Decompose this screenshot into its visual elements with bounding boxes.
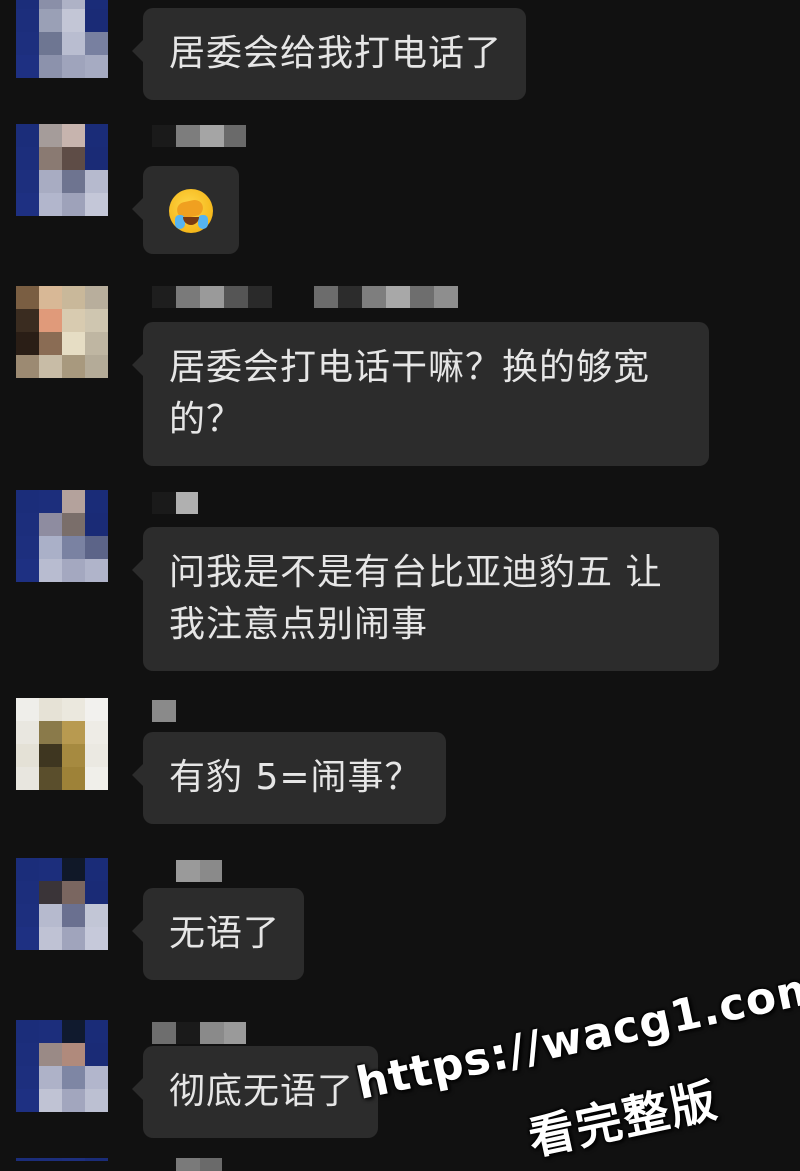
watermark-subtitle: 看完整版 [523,1072,723,1166]
message-text-line: 我注意点别闹事 [169,604,429,645]
sender-name-blurred [152,286,272,308]
message-text: 居委会给我打电话了 [169,33,503,74]
message-bubble[interactable]: 居委会打电话干嘛？换的够宽 的？ [132,322,709,466]
sender-name-blurred [152,1022,246,1044]
message-bubble[interactable]: 居委会给我打电话了 [131,8,527,100]
sender-name-blurred [152,700,176,722]
message-bubble[interactable]: 彻底无语了 [131,1046,379,1138]
message-text: 彻底无语了 [169,1071,355,1112]
sender-name-blurred [152,492,198,514]
avatar[interactable] [16,858,108,950]
message-bubble[interactable]: 问我是不是有台比亚迪豹五 让 我注意点别闹事 [132,527,719,671]
message-text: 无语了 [169,913,281,954]
avatar[interactable] [16,124,108,216]
sender-name-blurred [314,286,458,308]
sender-name-blurred [176,1158,222,1171]
message-text-line: 的？ [169,399,244,440]
sender-name-blurred [152,125,246,147]
avatar[interactable] [16,1158,108,1171]
chat-thread[interactable]: 居委会给我打电话了 居委会打电话干嘛？换的够宽 的？ 问我是不是有台比亚迪豹五 … [0,0,800,1171]
avatar[interactable] [16,698,108,790]
sender-name-blurred [176,860,222,882]
watermark-url: https://wacg1.com [352,961,800,1110]
message-text-line: 问我是不是有台比亚迪豹五 让 [169,552,663,593]
message-bubble[interactable]: 无语了 [131,888,305,980]
avatar[interactable] [16,490,108,582]
message-text: 有豹 5=闹事？ [169,757,422,798]
message-bubble[interactable]: 有豹 5=闹事？ [132,732,446,824]
message-bubble[interactable] [132,166,239,254]
avatar[interactable] [16,1020,108,1112]
message-text-line: 居委会打电话干嘛？换的够宽 [169,347,651,388]
avatar[interactable] [16,286,108,378]
crying-face-icon [169,189,213,233]
avatar[interactable] [16,0,108,78]
